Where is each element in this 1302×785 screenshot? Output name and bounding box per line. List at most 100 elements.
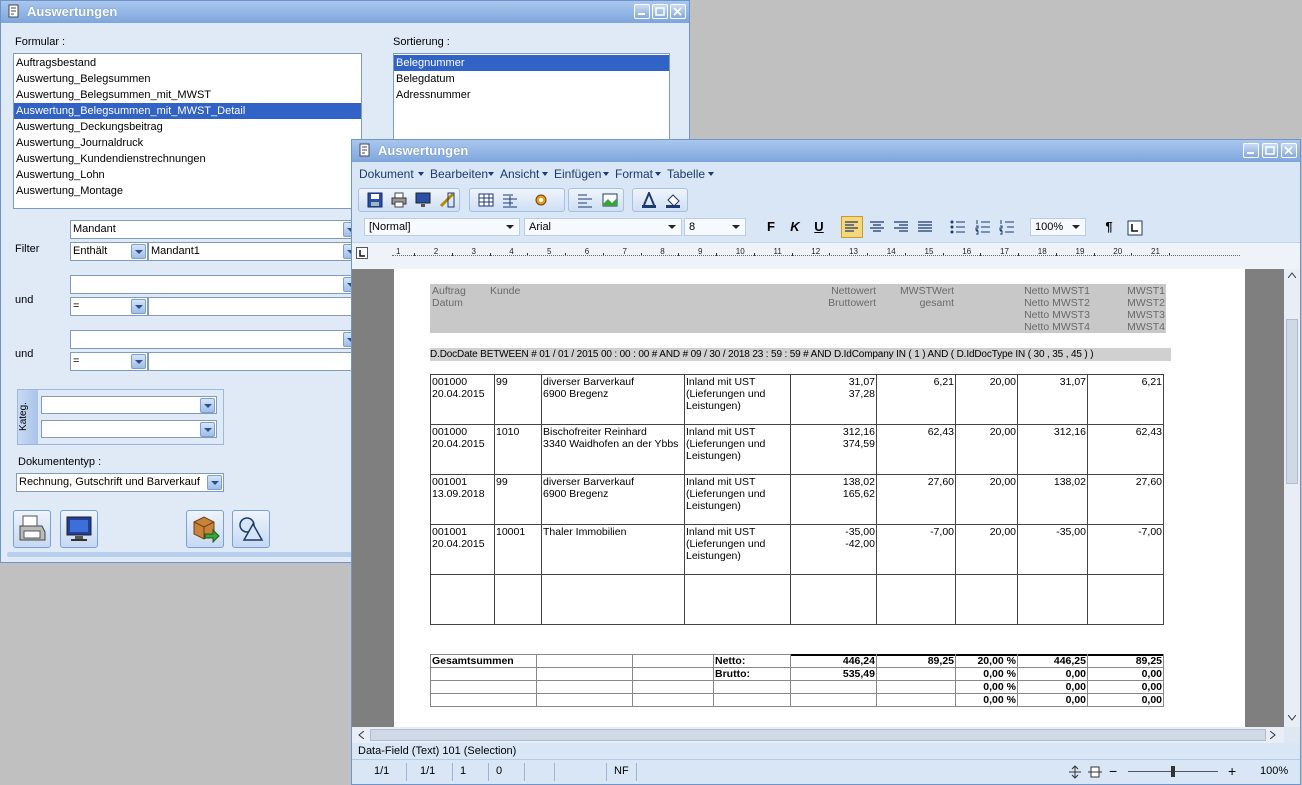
zoom-minus-icon[interactable]: −: [1109, 760, 1117, 782]
menu-format[interactable]: Format: [615, 164, 653, 184]
menu-tabelle[interactable]: Tabelle: [667, 164, 705, 184]
maximize-button[interactable]: [652, 4, 668, 19]
filter-value-combo[interactable]: Mandant1: [148, 242, 360, 261]
underline-button[interactable]: U: [809, 217, 829, 237]
vertical-scrollbar[interactable]: [1284, 269, 1300, 727]
font-combo[interactable]: Arial: [524, 218, 682, 236]
und1-op-combo[interactable]: =: [70, 297, 148, 316]
menu-dokument[interactable]: Dokument: [359, 164, 414, 184]
chevron-down-icon[interactable]: [200, 398, 215, 413]
row-netto: 312,16: [842, 426, 875, 438]
list-item[interactable]: Belegnummer: [394, 55, 669, 71]
size-combo[interactable]: 8: [684, 218, 746, 236]
menu-einfuegen[interactable]: Einfügen: [554, 164, 601, 184]
outline-list-button[interactable]: [996, 216, 1018, 238]
screen-preview-button[interactable]: [60, 510, 98, 548]
close-button[interactable]: [670, 4, 686, 19]
chevron-left-icon[interactable]: [358, 731, 364, 739]
zoom-slider-thumb[interactable]: [1171, 766, 1175, 777]
table-props-button[interactable]: [499, 189, 521, 211]
maximize-button[interactable]: [1262, 143, 1278, 158]
menu-bearbeiten[interactable]: Bearbeiten: [430, 164, 488, 184]
minimize-button[interactable]: [634, 4, 650, 19]
report-window-titlebar[interactable]: Auswertungen: [352, 140, 1300, 162]
numbered-list-button[interactable]: [972, 216, 994, 238]
chevron-right-icon[interactable]: [1270, 731, 1276, 739]
bullet-list-icon: [950, 220, 965, 234]
chevron-down-icon[interactable]: [131, 244, 146, 259]
und1-field-combo[interactable]: [70, 275, 360, 294]
filter-field-combo[interactable]: Mandant: [70, 220, 360, 239]
horizontal-scrollbar[interactable]: [352, 727, 1284, 743]
chevron-down-icon[interactable]: [207, 475, 222, 490]
scroll-thumb[interactable]: [1286, 319, 1298, 484]
save-button[interactable]: [364, 189, 386, 211]
italic-button[interactable]: K: [785, 217, 805, 237]
und2-value-input[interactable]: [148, 352, 360, 371]
zoom-combo[interactable]: 100%: [1030, 218, 1086, 236]
chevron-up-icon[interactable]: [1288, 272, 1296, 278]
bullet-list-button[interactable]: [947, 216, 969, 238]
und1-op-value: =: [73, 300, 80, 312]
zoom-plus-icon[interactable]: +: [1228, 760, 1236, 782]
bold-button[interactable]: F: [761, 217, 781, 237]
formular-list[interactable]: Auftragsbestand Auswertung_Belegsummen A…: [13, 53, 362, 209]
list-item[interactable]: Auswertung_Journaldruck: [14, 135, 361, 151]
hscroll-thumb[interactable]: [370, 729, 1266, 741]
dokumententyp-combo[interactable]: Rechnung, Gutschrift und Barverkauf: [16, 473, 224, 492]
kateg-combo-2[interactable]: [41, 420, 217, 438]
fill-color-button[interactable]: [662, 189, 684, 211]
print-button[interactable]: [13, 510, 51, 548]
print-button[interactable]: [388, 189, 410, 211]
fit-page-icon[interactable]: [1068, 765, 1082, 779]
tab-type-icon[interactable]: [356, 247, 368, 259]
align-right-button[interactable]: [890, 216, 912, 238]
list-item[interactable]: Auswertung_Lohn: [14, 167, 361, 183]
justify-button[interactable]: [914, 216, 936, 238]
header-netto-mwst3: Netto MWST3: [1024, 309, 1090, 321]
list-item[interactable]: Auswertung_Belegsummen_mit_MWST: [14, 87, 361, 103]
list-item[interactable]: Auswertung_Belegsummen_mit_MWST_Detail: [14, 103, 361, 119]
und2-field-combo[interactable]: [70, 330, 360, 349]
insert-image-button[interactable]: [599, 189, 621, 211]
list-item[interactable]: Auftragsbestand: [14, 55, 361, 71]
und1-value-input[interactable]: [148, 297, 360, 316]
preview-button[interactable]: [412, 189, 434, 211]
ruler[interactable]: 1 2 3 4 5 6 7 8 9 10 11 12 13 14 15 16 17 18 19 20 21: [352, 242, 1300, 269]
tab-stop-button[interactable]: [1124, 217, 1146, 239]
chevron-down-icon[interactable]: [131, 354, 146, 369]
fit-width-icon[interactable]: [1088, 765, 1102, 779]
back-window-titlebar[interactable]: Auswertungen: [1, 1, 689, 23]
text-frame-button[interactable]: [574, 189, 596, 211]
chevron-down-icon[interactable]: [1288, 715, 1296, 721]
list-item[interactable]: Belegdatum: [394, 71, 669, 87]
insert-table-button[interactable]: [475, 189, 497, 211]
filter-op-combo[interactable]: Enthält: [70, 242, 148, 261]
pilcrow-button[interactable]: ¶: [1099, 217, 1119, 237]
sortierung-list[interactable]: Belegnummer Belegdatum Adressnummer: [393, 53, 670, 143]
kateg-panel: Kateg.: [17, 389, 224, 445]
chevron-down-icon[interactable]: [200, 422, 215, 437]
style-combo[interactable]: [Normal]: [364, 218, 520, 236]
minimize-button[interactable]: [1243, 143, 1259, 158]
row-datum: 20.04.2015: [432, 538, 485, 550]
menu-ansicht[interactable]: Ansicht: [500, 164, 539, 184]
minimize-icon: [1247, 152, 1254, 154]
align-left-button[interactable]: [841, 216, 863, 238]
maximize-icon: [655, 7, 665, 16]
design-button[interactable]: [232, 510, 270, 548]
kateg-combo-1[interactable]: [41, 396, 217, 414]
list-item[interactable]: Auswertung_Belegsummen: [14, 71, 361, 87]
list-item[interactable]: Auswertung_Deckungsbeitrag: [14, 119, 361, 135]
align-center-button[interactable]: [866, 216, 888, 238]
list-item[interactable]: Auswertung_Montage: [14, 183, 361, 199]
export-button[interactable]: [186, 510, 224, 548]
text-color-button[interactable]: [638, 189, 660, 211]
und2-op-combo[interactable]: =: [70, 352, 148, 371]
list-item[interactable]: Adressnummer: [394, 87, 669, 103]
list-item[interactable]: Auswertung_Kundendienstrechnungen: [14, 151, 361, 167]
page-setup-button[interactable]: [436, 189, 458, 211]
close-button[interactable]: [1281, 143, 1297, 158]
chevron-down-icon[interactable]: [131, 299, 146, 314]
insert-field-button[interactable]: [530, 189, 552, 211]
